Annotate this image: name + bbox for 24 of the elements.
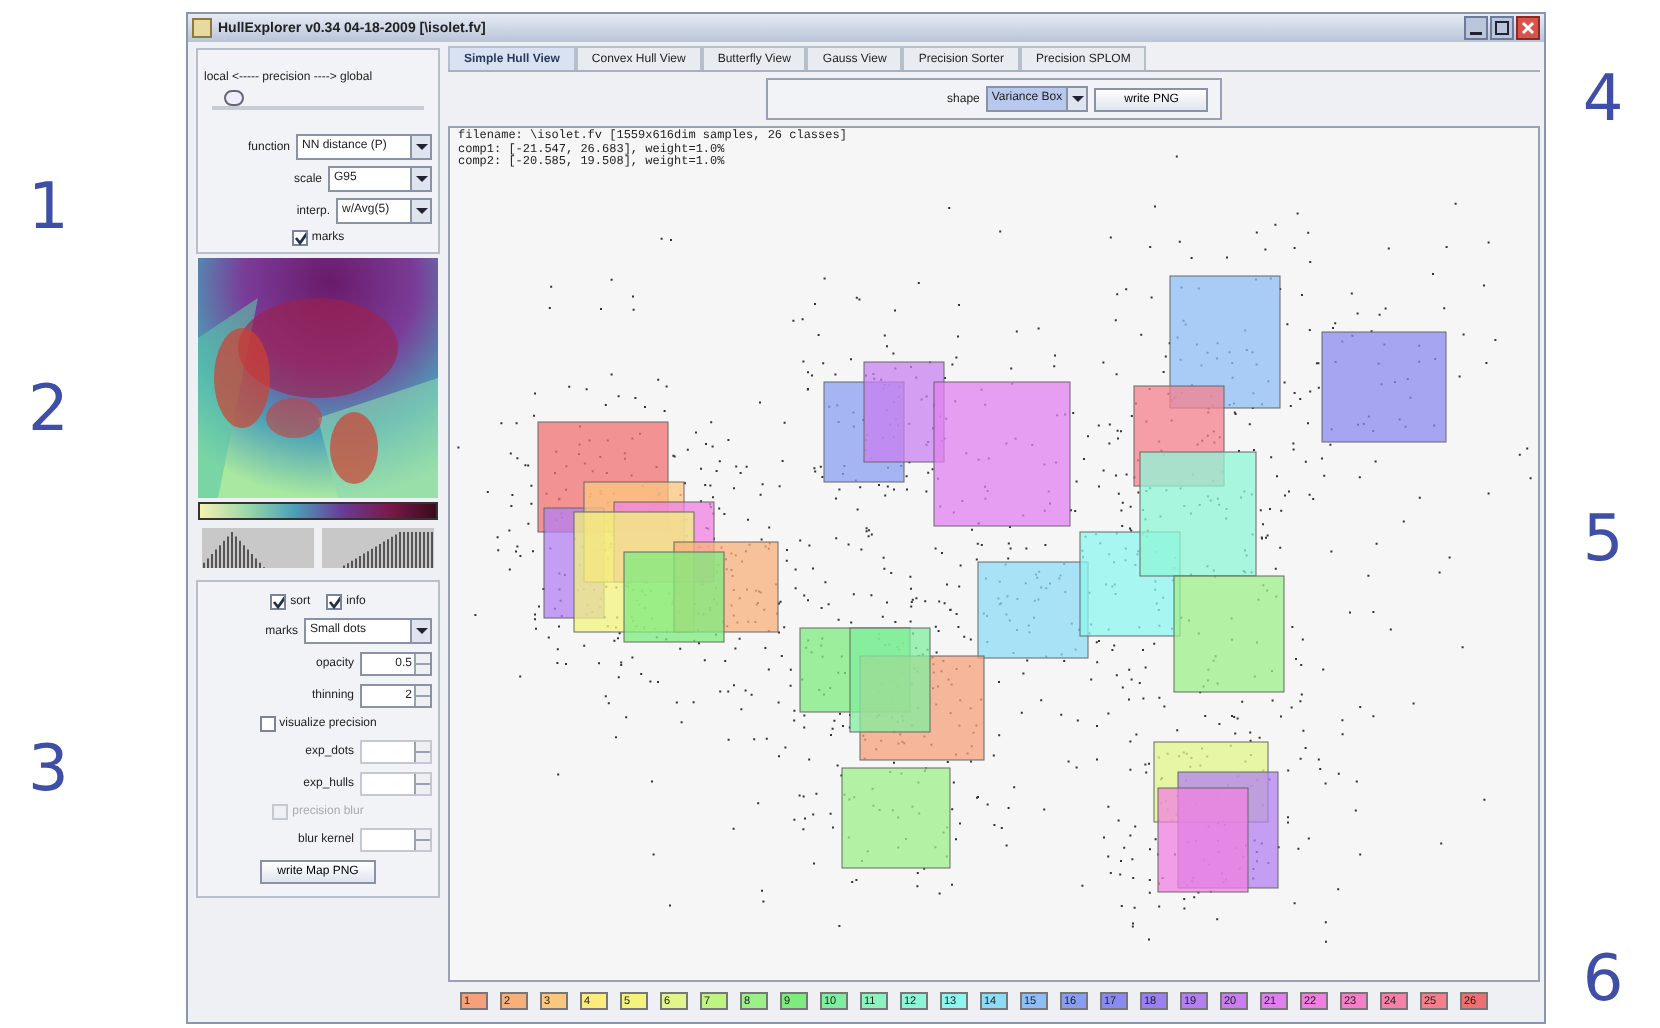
checkmark-icon	[328, 594, 341, 610]
figure-number: 4	[1582, 60, 1624, 136]
variance-box	[841, 767, 951, 869]
figure-number: 6	[1582, 940, 1624, 1016]
variance-box	[1173, 575, 1285, 693]
figure-number: 3	[28, 730, 69, 806]
figure-number: 5	[1582, 500, 1624, 576]
figure-number: 2	[28, 370, 69, 446]
variance-box	[623, 551, 725, 643]
slider[interactable]	[212, 90, 424, 110]
maximize-icon[interactable]	[1490, 16, 1514, 40]
checkmark-icon	[272, 594, 285, 610]
histogram-drawing	[202, 528, 314, 568]
checkmark-icon	[293, 230, 306, 246]
histogram-drawing	[322, 528, 434, 568]
variance-box	[1139, 451, 1257, 577]
variance-box	[977, 561, 1089, 659]
figure-number: 1	[28, 168, 69, 244]
variance-box	[1157, 787, 1249, 893]
app-icon	[192, 18, 212, 38]
variance-box	[1169, 275, 1281, 409]
minimize-icon[interactable]	[1464, 16, 1488, 40]
close-icon[interactable]	[1516, 16, 1540, 40]
variance-box	[1321, 331, 1447, 443]
